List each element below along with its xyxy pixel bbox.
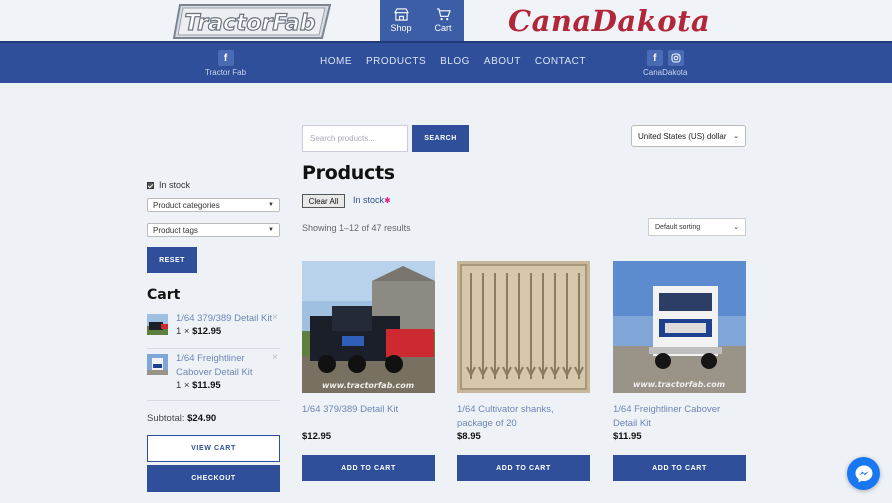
cart-item-name[interactable]: 1/64 Freightliner Cabover Detail Kit xyxy=(176,352,272,380)
active-filter-instock[interactable]: In stock✱ xyxy=(353,195,391,205)
main-navbar: f Tractor Fab HOME PRODUCTS BLOG ABOUT C… xyxy=(0,41,892,83)
cart-item-qty: 1 × $12.95 xyxy=(176,326,221,337)
search-input[interactable] xyxy=(302,125,408,152)
tractorfab-logo[interactable]: TractorFab xyxy=(170,2,334,40)
cart-item-price: $12.95 xyxy=(192,326,222,337)
product-price: $11.95 xyxy=(613,431,642,442)
nav-home[interactable]: HOME xyxy=(320,56,352,67)
facebook-icon[interactable]: f xyxy=(646,50,663,66)
product-tags-value: Product tags xyxy=(153,225,198,235)
subtotal-label: Subtotal: xyxy=(147,413,185,424)
cart-subtotal: Subtotal: $24.90 xyxy=(147,413,216,424)
divider xyxy=(147,348,280,349)
product-categories-select[interactable]: Product categories ▼ xyxy=(147,198,280,212)
reset-button[interactable]: RESET xyxy=(147,247,197,273)
product-image-truck[interactable]: www.tractorfab.com xyxy=(302,261,435,393)
mini-cart-item: 1/64 Freightliner Cabover Detail Kit 1 ×… xyxy=(147,352,280,394)
product-categories-value: Product categories xyxy=(153,200,220,210)
instock-label: In stock xyxy=(159,180,191,190)
nav-about[interactable]: ABOUT xyxy=(484,56,521,67)
canadakota-logo[interactable]: CanaDakota xyxy=(508,4,710,38)
watermark-text: www.tractorfab.com xyxy=(322,381,414,390)
add-to-cart-button[interactable]: ADD TO CART xyxy=(302,455,435,481)
add-to-cart-button[interactable]: ADD TO CART xyxy=(613,455,746,481)
messenger-chat-button[interactable] xyxy=(847,457,880,490)
nav-products[interactable]: PRODUCTS xyxy=(366,56,426,67)
cart-item-qty-count: 1 × xyxy=(176,326,190,337)
sorting-select[interactable]: Default sorting ⌄ xyxy=(648,218,746,236)
instagram-icon[interactable] xyxy=(667,50,684,66)
social-tractorfab: f Tractor Fab xyxy=(205,50,246,77)
top-logo-bar: TractorFab Shop Cart CanaDakota xyxy=(0,0,892,41)
product-image-cabover[interactable]: www.tractorfab.com xyxy=(613,261,746,393)
active-filter-label: In stock xyxy=(353,195,385,205)
watermark-text: www.tractorfab.com xyxy=(633,380,725,389)
cart-item-price: $11.95 xyxy=(192,380,221,391)
shop-cart-group: Shop Cart xyxy=(380,0,464,41)
instock-checkbox[interactable] xyxy=(147,181,154,189)
social-label-left: Tractor Fab xyxy=(205,68,247,77)
chevron-down-icon: ⌄ xyxy=(733,133,739,140)
product-image-shanks[interactable] xyxy=(457,261,590,393)
product-name[interactable]: 1/64 379/389 Detail Kit xyxy=(302,403,435,431)
social-canadakota: f CanaDakota xyxy=(643,50,687,77)
nav-links: HOME PRODUCTS BLOG ABOUT CONTACT xyxy=(320,56,586,67)
mini-cart-item: 1/64 379/389 Detail Kit 1 × $12.95 × xyxy=(147,312,280,342)
remove-filter-icon[interactable]: ✱ xyxy=(384,196,391,205)
cart-item-name[interactable]: 1/64 379/389 Detail Kit xyxy=(176,312,286,326)
shop-label: Shop xyxy=(390,23,412,33)
tractorfab-logo-text: TractorFab xyxy=(185,11,316,36)
product-name[interactable]: 1/64 Cultivator shanks, package of 20 xyxy=(457,403,590,431)
triangle-down-icon: ▼ xyxy=(268,202,274,208)
view-cart-button[interactable]: VIEW CART xyxy=(147,435,280,462)
product-card: www.tractorfab.com 1/64 Freightliner Cab… xyxy=(613,261,746,442)
sorting-value: Default sorting xyxy=(655,223,701,231)
add-to-cart-button[interactable]: ADD TO CART xyxy=(457,455,590,481)
checkout-button[interactable]: CHECKOUT xyxy=(147,465,280,492)
shop-button[interactable]: Shop xyxy=(380,0,422,41)
nav-blog[interactable]: BLOG xyxy=(440,56,470,67)
nav-contact[interactable]: CONTACT xyxy=(535,56,586,67)
cart-item-thumbnail[interactable] xyxy=(147,314,168,335)
cart-label: Cart xyxy=(434,23,452,33)
product-price: $8.95 xyxy=(457,431,481,442)
social-label-right: CanaDakota xyxy=(643,68,688,77)
currency-select[interactable]: United States (US) dollar ⌄ xyxy=(631,125,746,147)
search-button[interactable]: SEARCH xyxy=(412,125,469,152)
result-count: Showing 1–12 of 47 results xyxy=(302,223,411,233)
instock-checkbox-row: In stock xyxy=(147,180,190,190)
cart-icon xyxy=(436,8,451,21)
chevron-down-icon: ⌄ xyxy=(733,224,739,231)
store-icon xyxy=(393,8,409,21)
cart-item-qty-count: 1 × xyxy=(176,380,190,391)
cart-button[interactable]: Cart xyxy=(422,0,464,41)
facebook-icon[interactable]: f xyxy=(217,50,234,66)
product-name[interactable]: 1/64 Freightliner Cabover Detail Kit xyxy=(613,403,746,431)
cart-item-qty: 1 × $11.95 xyxy=(176,380,221,391)
remove-item-icon[interactable]: × xyxy=(272,312,278,323)
messenger-icon xyxy=(855,465,872,482)
page-title: Products xyxy=(302,162,395,184)
product-price: $12.95 xyxy=(302,431,332,442)
product-card: 1/64 Cultivator shanks, package of 20 $8… xyxy=(457,261,590,442)
clear-all-button[interactable]: Clear All xyxy=(302,194,345,208)
remove-item-icon[interactable]: × xyxy=(272,352,278,363)
triangle-down-icon: ▼ xyxy=(268,227,274,233)
mini-cart-title: Cart xyxy=(147,287,181,303)
divider xyxy=(147,400,280,401)
subtotal-value: $24.90 xyxy=(187,413,217,424)
product-tags-select[interactable]: Product tags ▼ xyxy=(147,223,280,237)
cart-item-thumbnail[interactable] xyxy=(147,354,168,375)
currency-value: United States (US) dollar xyxy=(638,131,727,141)
product-card: www.tractorfab.com 1/64 379/389 Detail K… xyxy=(302,261,435,442)
